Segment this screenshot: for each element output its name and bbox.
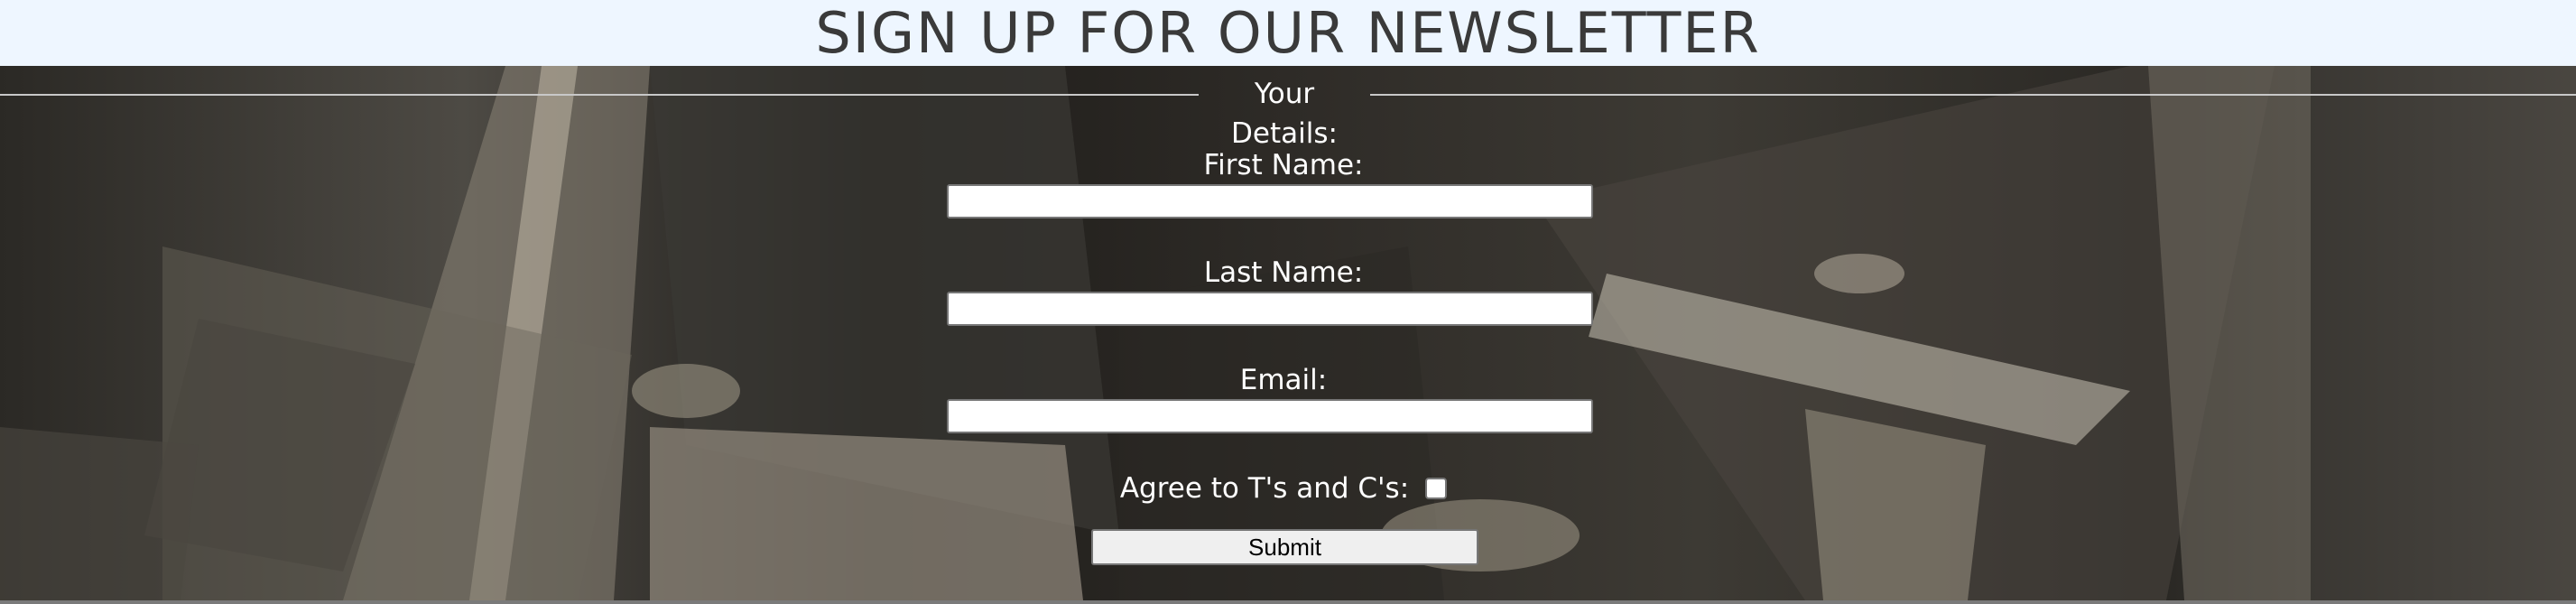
fieldset-border-left bbox=[0, 94, 1199, 96]
submit-button[interactable]: Submit bbox=[1091, 529, 1478, 565]
email-label: Email: bbox=[1239, 364, 1328, 396]
agree-checkbox[interactable] bbox=[1425, 478, 1448, 499]
email-input[interactable] bbox=[947, 399, 1593, 433]
last-name-label: Last Name: bbox=[1203, 256, 1364, 289]
fieldset-border-right bbox=[1370, 94, 2576, 96]
newsletter-page: SIGN UP FOR OUR NEWSLETTER Your Details:… bbox=[0, 0, 2576, 604]
page-title: SIGN UP FOR OUR NEWSLETTER bbox=[815, 0, 1761, 66]
header: SIGN UP FOR OUR NEWSLETTER bbox=[0, 0, 2576, 66]
first-name-input[interactable] bbox=[947, 184, 1593, 218]
hero-bottom-border bbox=[0, 600, 2576, 604]
agree-label: Agree to T's and C's: bbox=[1119, 472, 1410, 505]
first-name-label: First Name: bbox=[1203, 149, 1364, 181]
fieldset-legend: Your Details: bbox=[1231, 78, 1338, 150]
agree-row: Agree to T's and C's: bbox=[927, 469, 1640, 507]
last-name-input[interactable] bbox=[947, 292, 1593, 326]
